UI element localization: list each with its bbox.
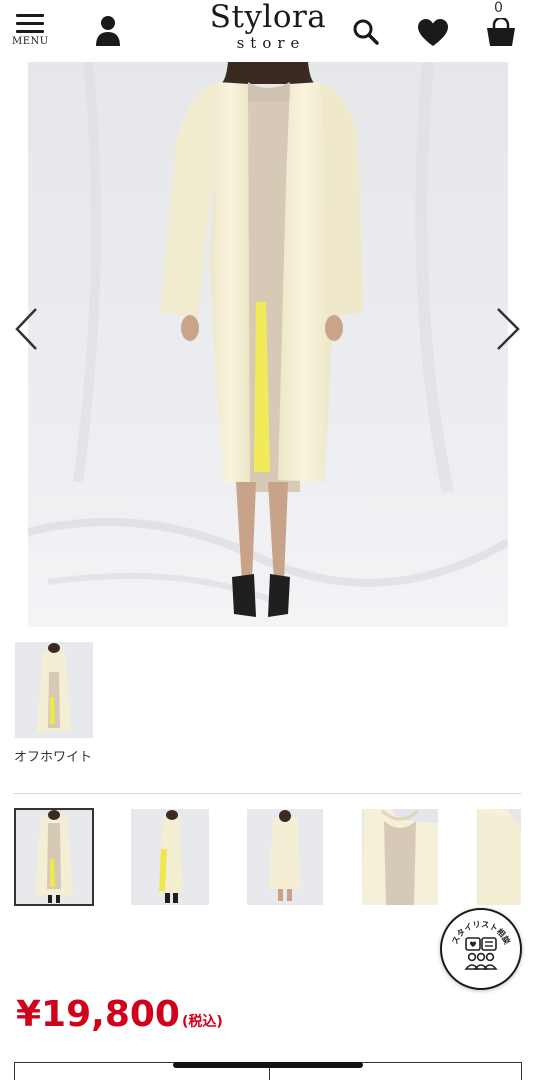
chevron-left-icon [15, 308, 37, 350]
site-logo[interactable]: Stylora store [200, 0, 336, 60]
hamburger-icon [16, 14, 44, 34]
stylist-consultation-button[interactable]: スタイリスト相談 [440, 908, 522, 990]
product-main-image[interactable] [28, 62, 508, 627]
menu-button[interactable]: MENU [12, 12, 52, 48]
thumbnail-image-back [247, 809, 323, 905]
logo-sub: store [236, 34, 306, 52]
previous-image-button[interactable] [12, 306, 42, 352]
product-price: ¥19,800 (税込) [16, 994, 223, 1035]
next-image-button[interactable] [494, 306, 524, 352]
search-icon [353, 19, 379, 45]
account-button[interactable] [92, 14, 124, 48]
thumbnail-image-detail-fabric [477, 809, 521, 905]
model-photo [28, 62, 508, 627]
cart-button[interactable]: 0 [484, 0, 518, 50]
home-indicator[interactable] [173, 1062, 363, 1068]
gallery-thumbnail[interactable] [362, 809, 438, 905]
tax-note: (税込) [181, 1014, 223, 1030]
logo-main: Stylora [209, 0, 327, 35]
menu-label: MENU [12, 36, 49, 47]
favorites-button[interactable] [416, 18, 450, 48]
thumbnail-image-detail-neck [362, 809, 438, 905]
price-amount: ¥19,800 [16, 994, 180, 1035]
thumbnail-image-front [15, 809, 93, 905]
cart-count: 0 [494, 0, 503, 16]
thumbnail-image-side [131, 809, 209, 905]
color-name: オフホワイト [14, 750, 93, 765]
gallery-thumbnail[interactable] [14, 808, 94, 906]
chevron-right-icon [497, 308, 520, 350]
swatch-image [15, 642, 93, 738]
gallery-thumbnail[interactable] [477, 809, 521, 905]
user-icon [96, 16, 120, 46]
gallery-thumbnail[interactable] [131, 809, 209, 905]
site-header: MENU Stylora store 0 [0, 0, 536, 62]
search-button[interactable] [352, 18, 380, 46]
divider [14, 793, 521, 794]
heart-icon [418, 19, 448, 46]
color-swatch-off-white[interactable] [15, 642, 93, 738]
shopping-bag-icon [487, 18, 515, 46]
gallery-thumbnail[interactable] [247, 809, 323, 905]
stylist-chat-icon: スタイリスト相談 [450, 920, 513, 970]
